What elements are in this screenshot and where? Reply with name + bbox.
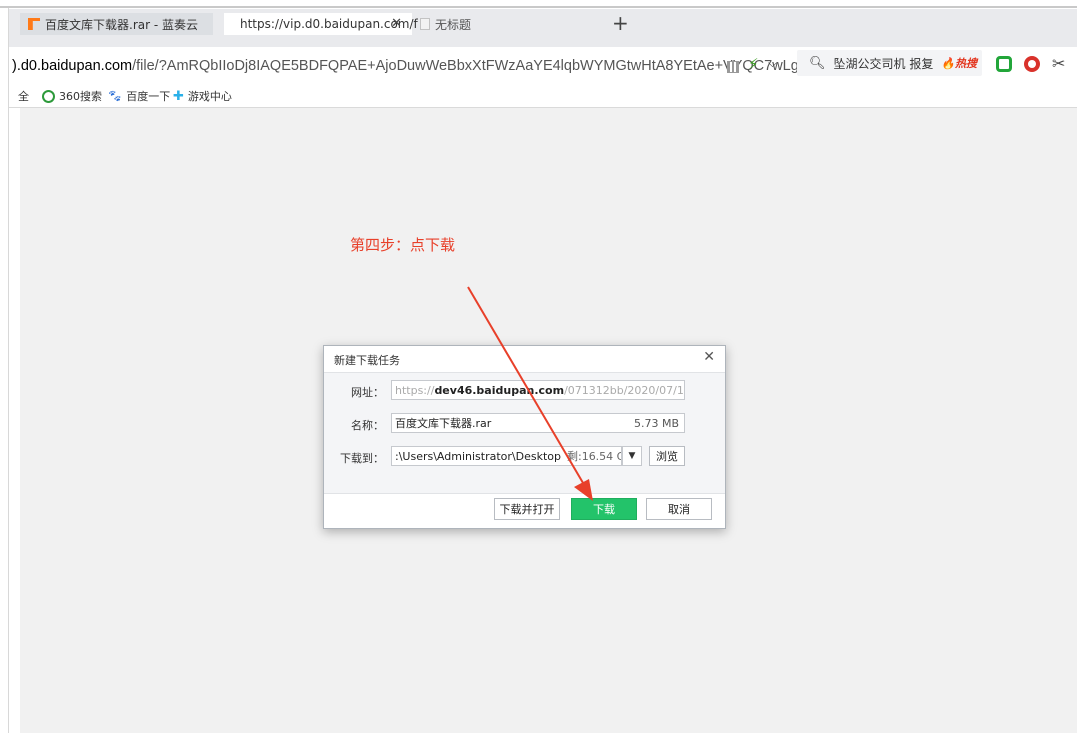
baidu-icon: 🐾︎ [107,89,123,103]
search-box[interactable]: 🔍︎ 坠湖公交司机 报复 🔥热搜 [797,50,982,76]
url-label: 网址： [351,386,384,399]
bookmark-game-center[interactable]: ✚ 游戏中心 [173,88,232,104]
path-dropdown-button[interactable]: ▼ [622,446,642,466]
lightning-icon[interactable]: ⚡ [748,55,759,73]
name-label: 名称： [351,419,384,432]
caret-down-icon: ▼ [628,451,636,461]
step-annotation: 第四步：点下载 [350,236,456,254]
bookmark-item[interactable]: 全 [18,88,29,104]
bookmark-label: 360搜索 [59,90,102,103]
lanzou-icon [28,18,40,30]
tab-baidupan[interactable]: https://vip.d0.baidupan.com/f ✕ [224,13,418,35]
close-icon[interactable]: ✕ [703,349,715,365]
extension-green-icon[interactable] [996,56,1012,72]
filename-value: 百度文库下载器.rar [395,417,492,430]
tab-title: 无标题 [435,17,472,32]
saveto-label: 下载到： [340,452,384,465]
scissors-icon[interactable]: ✂ [1052,54,1065,73]
filename-field[interactable]: 百度文库下载器.rar 5.73 MB [391,413,685,433]
url-path: /file/?AmRQbIIoDj8IAQE5BDFQPAE+AjoDuwWeB… [132,58,826,74]
new-tab-button[interactable]: + [612,12,629,34]
save-path-field[interactable]: :\Users\Administrator\Desktop 剩:16.54 GB [391,446,622,466]
tab-untitled[interactable]: 无标题 [412,13,600,35]
url-host: ).d0.baidupan.com [12,58,133,74]
file-size: 5.73 MB [633,416,679,430]
360-icon [42,89,55,103]
save-path-value: :\Users\Administrator\Desktop [395,449,561,463]
url-domain: dev46.baidupan.com [434,383,565,397]
bookmark-label: 游戏中心 [187,90,232,103]
free-space: 剩:16.54 GB [566,450,621,463]
bookmark-label: 全 [18,90,29,103]
browse-button[interactable]: 浏览 [649,446,685,466]
download-button[interactable]: 下载 [571,498,637,520]
extension-red-icon[interactable] [1024,56,1040,72]
dialog-title: 新建下载任务 [334,354,400,367]
download-url-field[interactable]: https://dev46.baidupan.com/071312bb/2020… [391,380,685,400]
hot-search-label: 🔥热搜 [941,57,978,70]
bookmark-label: 百度一下 [126,90,171,103]
chevron-down-icon[interactable]: ⌵ [768,56,777,71]
tab-title: 百度文库下载器.rar - 蓝奏云 [45,17,198,32]
cancel-button[interactable]: 取消 [646,498,712,520]
close-tab-icon[interactable]: ✕ [391,16,402,31]
bookmark-baidu[interactable]: 🐾︎ 百度一下 [107,88,170,104]
url-rest: /071312bb/2020/07/13/0d968 [564,383,684,397]
window-left-edge [0,8,9,733]
url-field[interactable]: ).d0.baidupan.com/file/?AmRQbIIoDj8IAQE5… [12,58,825,74]
url-prefix: https:// [395,383,435,397]
search-icon: 🔍︎ [809,55,826,71]
qr-code-icon[interactable] [727,61,739,73]
bookmark-360search[interactable]: 360搜索 [42,88,102,104]
search-text: 坠湖公交司机 报复 [833,56,934,71]
top-border [0,0,1077,8]
tab-lanzou[interactable]: 百度文库下载器.rar - 蓝奏云 [20,13,213,35]
page-icon [420,18,430,30]
new-download-dialog: 新建下载任务 ✕ 网址： https://dev46.baidupan.com /… [323,345,726,529]
download-and-open-button[interactable]: 下载并打开 [494,498,560,520]
game-icon: ✚ [173,88,184,104]
